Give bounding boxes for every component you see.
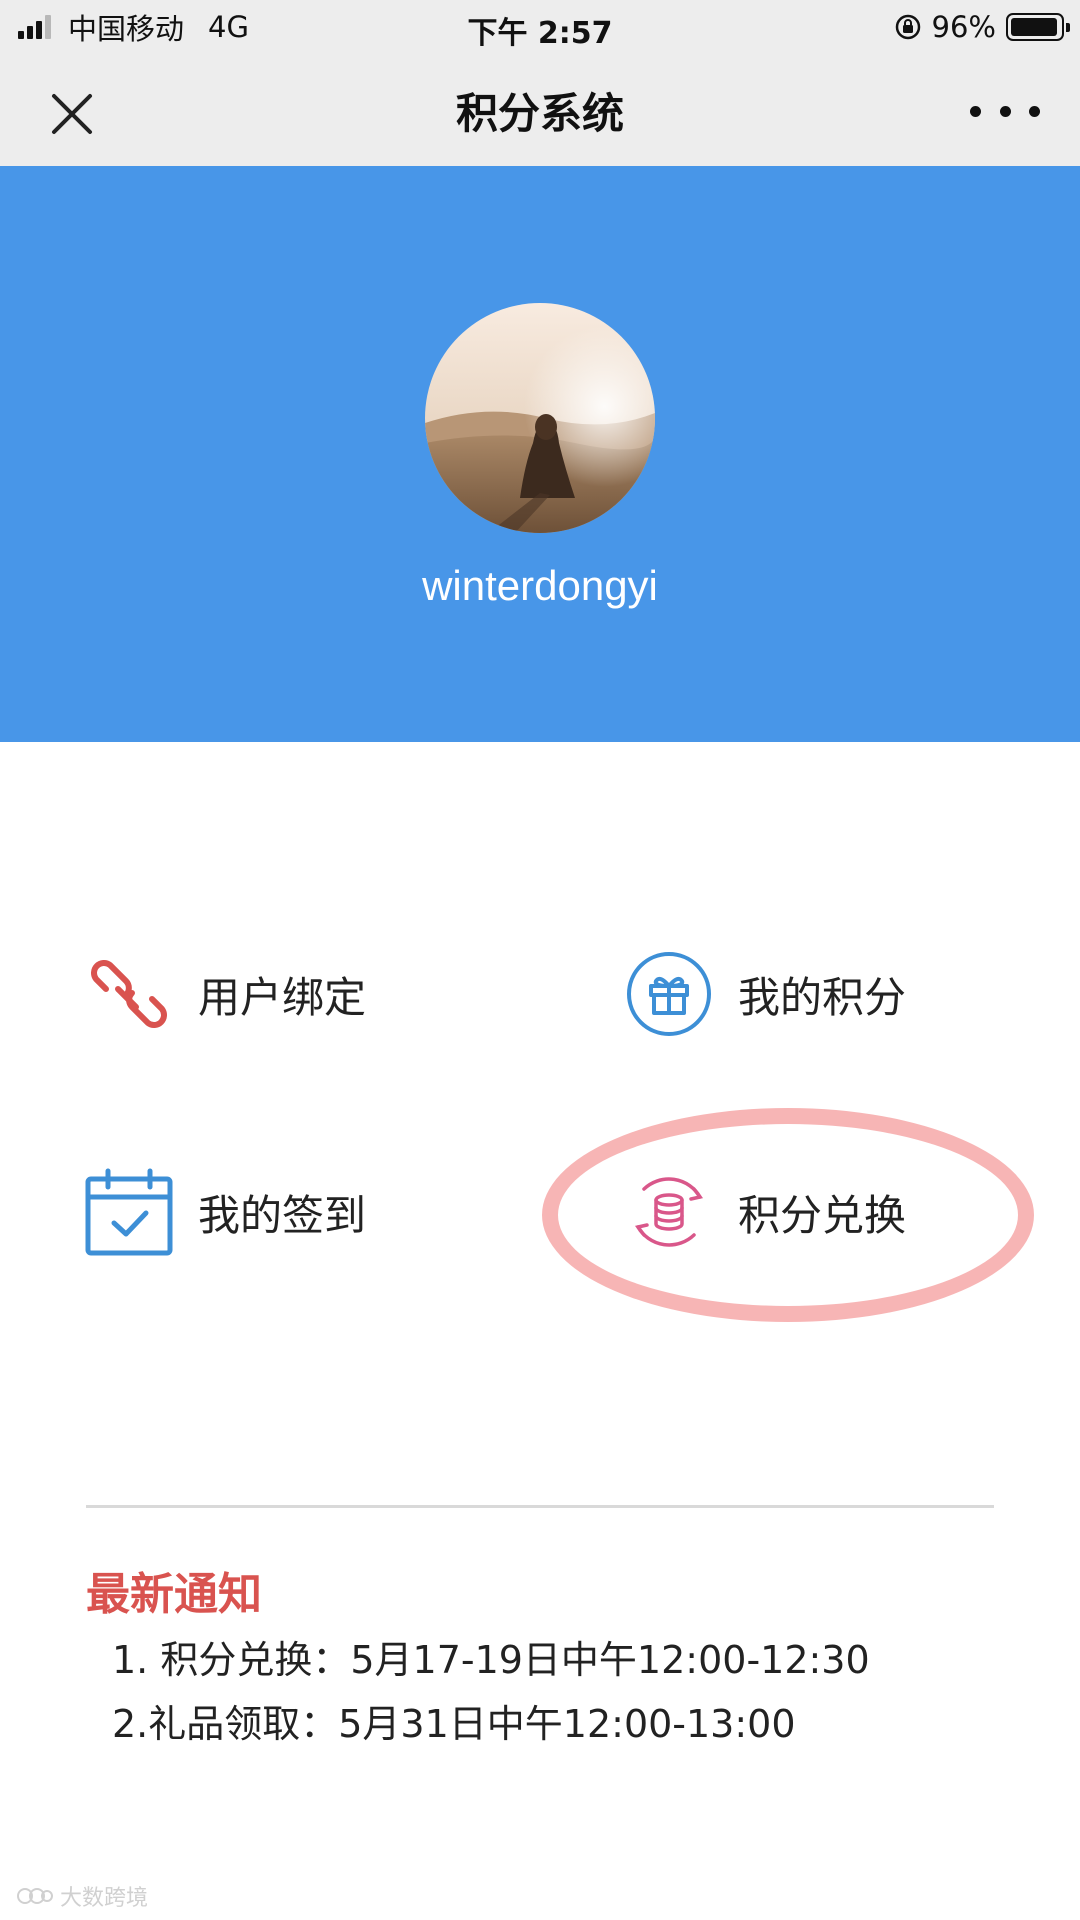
page: 中国移动 4G 下午 2:57 96% 积分系统 winterdongyi 用户… [0, 0, 1080, 1920]
username: winterdongyi [422, 562, 658, 609]
menu-label-my-points: 我的积分 [738, 972, 907, 1022]
notice-title: 最新通知 [86, 1569, 262, 1620]
notice-item: 1. 积分兑换：5月17-19日中午12:00-12:30 [112, 1638, 870, 1682]
calendar-check-icon [85, 1168, 173, 1256]
gift-icon [627, 952, 711, 1036]
notice-item: 2.礼品领取：5月31日中午12:00-13:00 [112, 1702, 796, 1746]
menu-label-points-exchange: 积分兑换 [738, 1190, 907, 1240]
status-bar: 中国移动 4G 下午 2:57 96% [0, 0, 1080, 54]
notice-list: 1. 积分兑换：5月17-19日中午12:00-12:30 2.礼品领取：5月3… [112, 1628, 870, 1756]
nav-bar: 积分系统 [0, 54, 1080, 166]
menu-user-bind[interactable]: 用户绑定 [84, 949, 366, 1039]
status-right: 96% [894, 9, 1070, 45]
profile-header: winterdongyi [0, 166, 1080, 742]
watermark-logo-icon [17, 1888, 53, 1904]
menu-my-checkin[interactable]: 我的签到 [84, 1167, 366, 1257]
watermark-text: 大数跨境 [60, 1886, 149, 1911]
exchange-coins-icon [634, 1177, 704, 1247]
menu-label-user-bind: 用户绑定 [198, 972, 367, 1022]
battery-cap [1066, 23, 1070, 32]
watermark: 大数跨境 [16, 1880, 148, 1912]
avatar[interactable] [425, 303, 655, 533]
menu-points-exchange[interactable]: 积分兑换 [624, 1167, 906, 1257]
divider [86, 1505, 994, 1508]
battery-fill [1011, 18, 1058, 36]
rotation-lock-icon [895, 14, 920, 40]
battery-percent: 96% [931, 10, 996, 44]
menu-my-points[interactable]: 我的积分 [624, 949, 906, 1039]
more-icon[interactable] [970, 96, 1040, 126]
menu-label-my-checkin: 我的签到 [198, 1190, 367, 1240]
page-title: 积分系统 [455, 89, 624, 138]
link-icon [91, 960, 167, 1028]
battery-icon [1006, 13, 1070, 41]
